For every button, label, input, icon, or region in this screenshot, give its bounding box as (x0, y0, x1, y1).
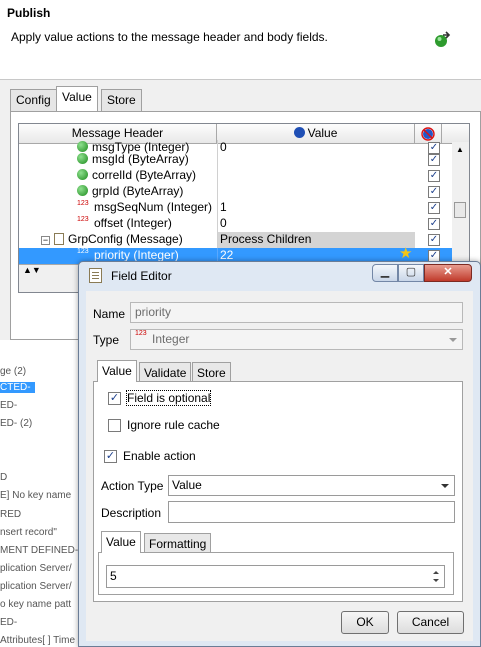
disable-action-icon (421, 127, 435, 141)
close-button[interactable]: ✕ (424, 264, 472, 282)
list-item[interactable]: Attributes[ ] Time (0, 635, 75, 646)
list-item[interactable]: ED- (2) (0, 418, 32, 429)
spin-down-icon[interactable] (433, 579, 439, 582)
maximize-button[interactable]: ▢ (398, 264, 424, 282)
type-select[interactable]: 123 Integer (130, 329, 463, 350)
value-spinner-text: 5 (110, 569, 117, 583)
tab-formatting[interactable]: Formatting (144, 533, 212, 553)
list-item[interactable]: plication Server/ (0, 581, 72, 592)
list-item[interactable]: D (0, 472, 7, 483)
description-input[interactable] (168, 501, 455, 523)
action-type-label: Action Type (101, 479, 164, 493)
dialog-body: Name priority Type 123 Integer Value Vali… (86, 291, 473, 641)
list-item[interactable]: plication Server/ (0, 563, 72, 574)
action-type-value: Value (172, 478, 202, 492)
star-icon: ★ (399, 245, 413, 262)
action-checkbox[interactable]: ✓ (428, 154, 440, 166)
scroll-thumb[interactable] (454, 202, 466, 218)
spinner-buttons[interactable] (430, 567, 443, 587)
expand-all-icon[interactable]: ▲▼ (23, 265, 41, 275)
integer-type-icon: 123 (77, 216, 89, 223)
action-checkbox[interactable]: ✓ (428, 186, 440, 198)
integer-type-icon: 123 (77, 200, 89, 207)
cancel-button[interactable]: Cancel (397, 611, 464, 634)
publish-description: Apply value actions to the message heade… (11, 30, 328, 44)
publish-header: Publish Apply value actions to the messa… (0, 0, 481, 80)
scroll-up-icon[interactable]: ▲ (456, 145, 464, 154)
list-item[interactable]: ED- (0, 617, 17, 628)
name-label: Name (93, 307, 126, 321)
ball-icon (77, 141, 88, 152)
list-item[interactable]: ED- (0, 400, 17, 411)
list-item[interactable]: nsert record" (0, 527, 57, 538)
spin-up-icon[interactable] (433, 571, 439, 574)
integer-type-icon: 123 (77, 248, 89, 255)
ball-icon (77, 169, 88, 180)
list-item[interactable]: ge (2) (0, 366, 26, 377)
table-row[interactable]: 123 offset (Integer) 0 ✓ (19, 216, 469, 232)
chevron-down-icon (449, 338, 457, 342)
ball-icon (77, 185, 88, 196)
log-list: ge (2) CTED- ED- ED- (2) D E] No key nam… (0, 360, 80, 647)
publish-title: Publish (7, 6, 51, 20)
ok-button[interactable]: OK (341, 611, 389, 634)
tab-config[interactable]: Config (10, 89, 57, 111)
description-label: Description (101, 506, 162, 520)
enable-action-checkbox[interactable]: ✓ (104, 450, 117, 463)
tab-value[interactable]: Value (97, 360, 137, 382)
collapse-icon[interactable]: − (41, 236, 50, 245)
integer-type-icon: 123 (135, 330, 147, 337)
action-checkbox[interactable]: ✓ (428, 218, 440, 230)
chevron-down-icon (441, 484, 449, 488)
action-checkbox[interactable]: ✓ (428, 170, 440, 182)
action-checkbox[interactable]: ✓ (428, 202, 440, 214)
ignore-cache-label[interactable]: Ignore rule cache (127, 418, 220, 432)
list-item[interactable]: RED (0, 509, 21, 520)
ball-icon (77, 153, 88, 164)
dialog-title: Field Editor (111, 269, 172, 283)
tab-store[interactable]: Store (101, 89, 142, 111)
dialog-titlebar[interactable]: Field Editor ▁ ▢ ✕ (79, 262, 480, 290)
table-row[interactable]: 123 msgSeqNum (Integer) 1 ✓ (19, 200, 469, 216)
document-icon (89, 268, 102, 283)
type-value: Integer (152, 332, 190, 346)
table-row[interactable]: correlId (ByteArray) ✓ (19, 168, 469, 184)
value-tab-panel: ✓ Field is optional Ignore rule cache ✓ … (93, 381, 463, 602)
minimize-button[interactable]: ▁ (372, 264, 398, 282)
field-editor-dialog: Field Editor ▁ ▢ ✕ Name priority Type 12… (78, 261, 481, 647)
col-value-label: Value (307, 126, 338, 140)
message-doc-icon (54, 233, 64, 245)
value-column-icon (293, 127, 305, 138)
value-spinner[interactable]: 5 (106, 565, 445, 588)
inner-value-panel: 5 (98, 552, 454, 595)
tab-store[interactable]: Store (192, 362, 231, 382)
type-label: Type (93, 333, 120, 347)
action-checkbox[interactable]: ✓ (428, 234, 440, 246)
list-item[interactable]: MENT DEFINED- (0, 545, 78, 556)
optional-label[interactable]: Field is optional (125, 390, 212, 406)
list-item-selected[interactable]: CTED- (0, 382, 35, 393)
optional-checkbox[interactable]: ✓ (108, 392, 121, 405)
action-type-select[interactable]: Value (168, 475, 455, 496)
ignore-cache-checkbox[interactable] (108, 419, 121, 432)
apply-arrow-icon (435, 31, 451, 47)
tab-value-inner[interactable]: Value (101, 531, 141, 553)
tab-value[interactable]: Value (56, 86, 98, 111)
table-row[interactable]: grpId (ByteArray) ✓ (19, 184, 469, 200)
table-row[interactable]: msgId (ByteArray) ✓ (19, 152, 469, 168)
enable-action-label[interactable]: Enable action (123, 449, 196, 463)
list-item[interactable]: o key name patt (0, 599, 71, 610)
list-item[interactable]: E] No key name (0, 490, 71, 501)
tab-validate[interactable]: Validate (139, 362, 192, 382)
name-field[interactable]: priority (130, 302, 463, 323)
